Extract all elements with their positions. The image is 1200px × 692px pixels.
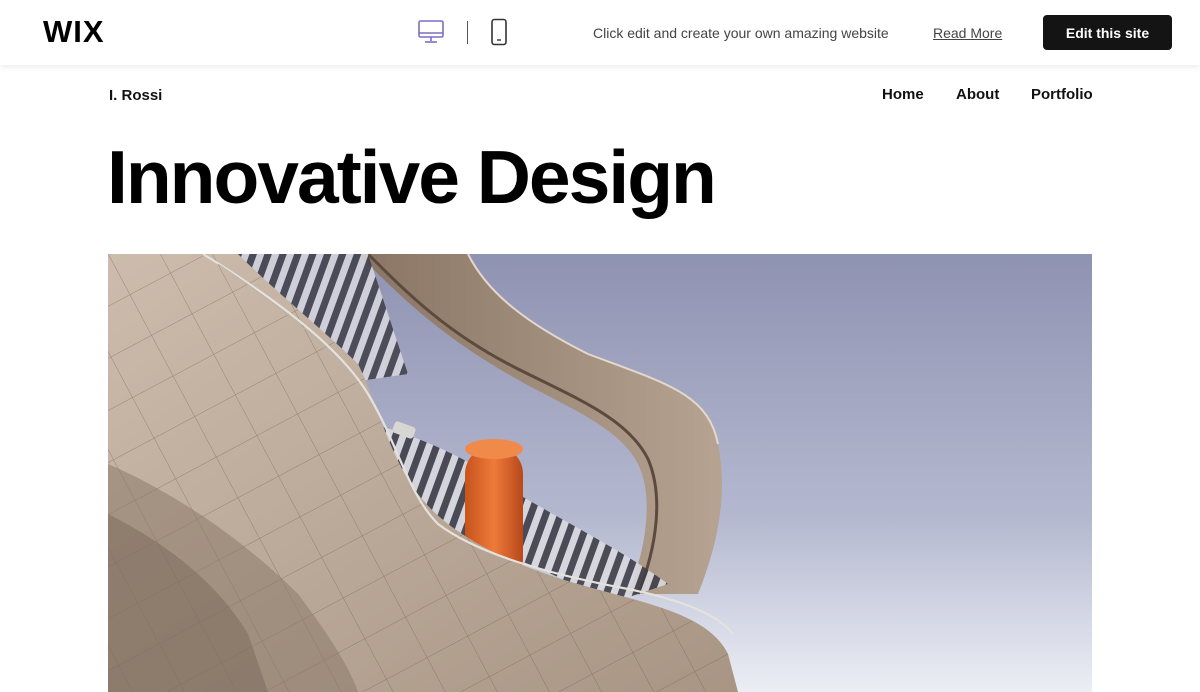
promo-text: Click edit and create your own amazing w… xyxy=(593,25,889,41)
nav-about[interactable]: About xyxy=(956,86,999,104)
read-more-link[interactable]: Read More xyxy=(933,24,1002,42)
hero-image xyxy=(108,254,1092,692)
nav-home[interactable]: Home xyxy=(882,86,924,104)
wix-top-bar: WIX Click edit and create your own amazi… xyxy=(0,0,1200,65)
device-divider xyxy=(467,21,468,44)
nav-portfolio[interactable]: Portfolio xyxy=(1031,86,1093,104)
hero-title: Innovative Design xyxy=(107,135,717,219)
wix-logo[interactable]: WIX xyxy=(43,15,105,49)
site-name[interactable]: I. Rossi xyxy=(109,87,162,105)
desktop-icon[interactable] xyxy=(417,19,445,45)
mobile-icon[interactable] xyxy=(489,18,509,46)
edit-site-button[interactable]: Edit this site xyxy=(1043,15,1172,50)
